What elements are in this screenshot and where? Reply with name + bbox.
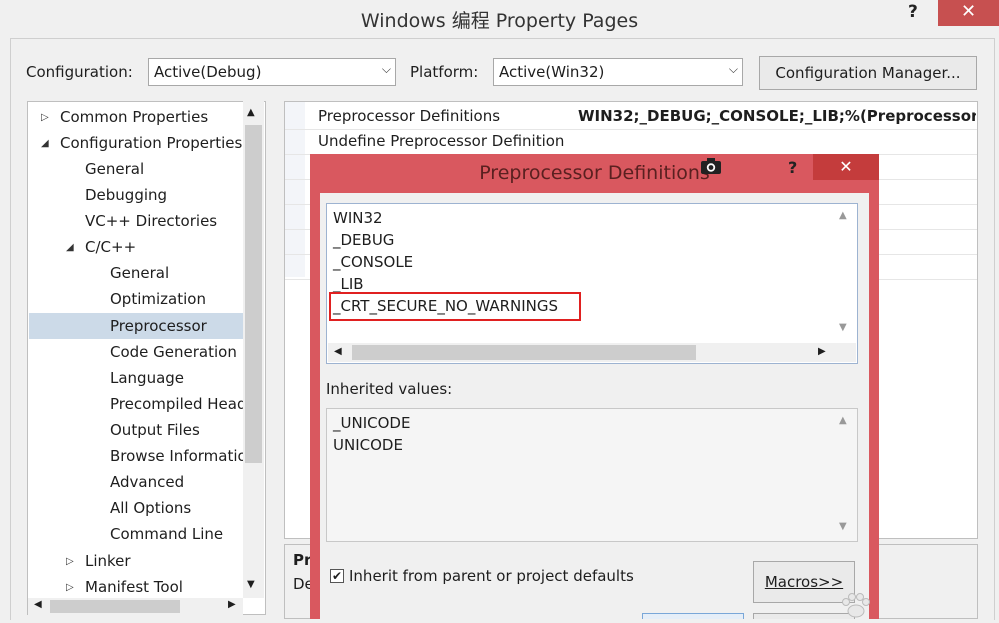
window-title: Windows 编程 Property Pages [360, 10, 639, 32]
scroll-right-icon[interactable]: ▶ [228, 599, 236, 610]
tree-item-code-generation[interactable]: Code Generation [110, 339, 237, 365]
dialog-help-button[interactable]: ? [788, 158, 797, 177]
tree-item-common-properties[interactable]: Common Properties [60, 104, 208, 130]
configuration-manager-button[interactable]: Configuration Manager... [759, 56, 977, 90]
configuration-value: Active(Debug) [154, 63, 262, 81]
chevron-down-icon: ⌵ [381, 62, 391, 76]
definition-line: WIN32 [333, 209, 383, 227]
collapse-arrow-icon[interactable]: ◢ [41, 139, 49, 149]
scroll-up-icon[interactable]: ▲ [839, 210, 847, 221]
collapse-arrow-icon[interactable]: ◢ [66, 243, 74, 253]
ok-button[interactable] [642, 613, 744, 619]
platform-value: Active(Win32) [499, 63, 605, 81]
platform-label: Platform: [410, 63, 479, 81]
configuration-label: Configuration: [26, 63, 133, 81]
tree-item-optimization[interactable]: Optimization [110, 286, 206, 312]
camera-icon [699, 156, 725, 176]
expand-arrow-icon[interactable]: ▷ [66, 557, 74, 567]
tree-item-output-files[interactable]: Output Files [110, 417, 200, 443]
scroll-left-icon[interactable]: ◀ [34, 599, 42, 610]
tree-item-c-cpp[interactable]: C/C++ [85, 234, 136, 260]
definition-line: _CONSOLE [333, 253, 414, 271]
grid-row-name: Undefine Preprocessor Definition [318, 132, 565, 150]
scrollbar-thumb[interactable] [50, 600, 180, 613]
grid-row[interactable]: Preprocessor Definitions WIN32;_DEBUG;_C… [285, 104, 977, 130]
dialog-content: WIN32 _DEBUG _CONSOLE _LIB _CRT_SECURE_N… [320, 193, 869, 619]
tree-item-all-options[interactable]: All Options [110, 495, 191, 521]
scroll-up-icon[interactable]: ▲ [247, 107, 255, 118]
scroll-left-icon[interactable]: ◀ [334, 346, 342, 357]
tree-horizontal-scrollbar[interactable]: ◀ ▶ [28, 598, 243, 615]
tree-item-manifest-tool[interactable]: Manifest Tool [85, 574, 183, 600]
tree-vertical-scrollbar[interactable]: ▲ ▼ [243, 101, 264, 598]
grid-row-name: Preprocessor Definitions [318, 107, 501, 125]
inherited-value-line: _UNICODE [333, 414, 411, 432]
inherited-values-box: _UNICODE UNICODE ▲ ▼ [326, 408, 858, 542]
definitions-textbox[interactable]: WIN32 _DEBUG _CONSOLE _LIB _CRT_SECURE_N… [326, 203, 858, 364]
tree-item-preprocessor[interactable]: Preprocessor [110, 313, 207, 339]
tree-item-debugging[interactable]: Debugging [85, 182, 167, 208]
inherit-checkbox-label[interactable]: Inherit from parent or project defaults [349, 567, 634, 585]
help-button[interactable]: ? [908, 2, 918, 22]
tree-item-vc-directories[interactable]: VC++ Directories [85, 208, 217, 234]
tree-item-command-line[interactable]: Command Line [110, 521, 223, 547]
chevron-down-icon: ⌵ [728, 62, 738, 76]
tree-item-language[interactable]: Language [110, 365, 184, 391]
definitions-horizontal-scrollbar[interactable]: ◀ ▶ [328, 343, 856, 362]
scrollbar-thumb[interactable] [245, 125, 262, 463]
scroll-down-icon[interactable]: ▼ [839, 521, 847, 532]
tree-item-cpp-general[interactable]: General [110, 260, 169, 286]
inherit-checkbox[interactable]: ✔ [330, 569, 344, 583]
preprocessor-definitions-dialog: Preprocessor Definitions ? ✕ WIN32 _DEBU… [310, 154, 879, 619]
tree-item-precompiled-headers[interactable]: Precompiled Head [110, 391, 246, 417]
window-titlebar: Windows 编程 Property Pages ? ✕ [0, 0, 999, 38]
property-tree: ▷ Common Properties ◢ Configuration Prop… [27, 101, 266, 615]
inherited-value-line: UNICODE [333, 436, 403, 454]
scroll-down-icon[interactable]: ▼ [247, 579, 255, 590]
configuration-select[interactable]: Active(Debug) ⌵ [148, 58, 396, 86]
tree-item-general[interactable]: General [85, 156, 144, 182]
grid-row[interactable]: Undefine Preprocessor Definition [285, 129, 977, 155]
dialog-close-button[interactable]: ✕ [813, 154, 879, 180]
tree-item-linker[interactable]: Linker [85, 548, 131, 574]
inherited-values-label: Inherited values: [326, 380, 453, 398]
description-title: Pr [293, 551, 312, 569]
scrollbar-thumb[interactable] [352, 345, 696, 360]
platform-select[interactable]: Active(Win32) ⌵ [493, 58, 743, 86]
scroll-right-icon[interactable]: ▶ [818, 346, 826, 357]
scroll-up-icon[interactable]: ▲ [839, 415, 847, 426]
window-close-button[interactable]: ✕ [938, 0, 999, 26]
tree-item-advanced[interactable]: Advanced [110, 469, 184, 495]
definition-line: _CRT_SECURE_NO_WARNINGS [333, 297, 559, 315]
scroll-down-icon[interactable]: ▼ [839, 322, 847, 333]
tree-item-browse-information[interactable]: Browse Informatio [110, 443, 247, 469]
tree-item-configuration-properties[interactable]: Configuration Properties [60, 130, 242, 156]
definition-line: _DEBUG [333, 231, 395, 249]
expand-arrow-icon[interactable]: ▷ [41, 113, 49, 123]
grid-row-value[interactable]: WIN32;_DEBUG;_CONSOLE;_LIB;%(Preprocesso… [578, 107, 976, 125]
expand-arrow-icon[interactable]: ▷ [66, 583, 74, 593]
watermark-paw-icon [836, 590, 876, 619]
